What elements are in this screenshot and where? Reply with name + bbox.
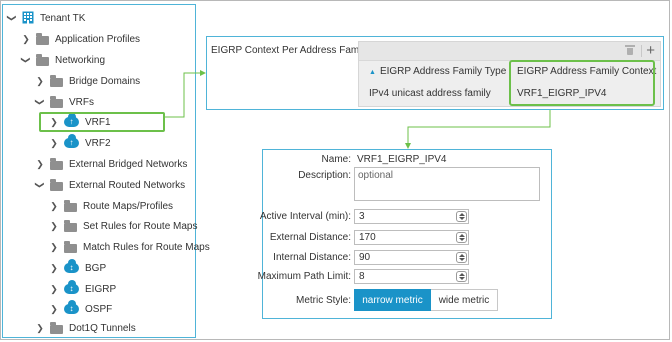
max-path-limit-value: 8	[359, 271, 365, 282]
eigrp-context-label: EIGRP Context Per Address Family:	[211, 45, 372, 56]
tree-item-eigrp[interactable]: ❯ ↕ EIGRP	[49, 280, 116, 298]
metric-style-label: Metric Style:	[295, 295, 351, 306]
chevron-right-icon[interactable]: ❯	[49, 263, 59, 273]
folder-icon	[36, 53, 49, 66]
chevron-right-icon[interactable]: ❯	[49, 201, 59, 211]
tree-item-vrf2[interactable]: ❯ ↑ VRF2	[49, 134, 111, 152]
folder-icon	[36, 32, 49, 45]
chevron-right-icon[interactable]: ❯	[49, 242, 59, 252]
vrf-cloud-icon: ↑	[64, 134, 79, 148]
tree-item-label: Set Rules for Route Maps	[83, 220, 198, 232]
tree-item-label: EIGRP	[85, 283, 117, 295]
active-interval-label: Active Interval (min):	[259, 211, 351, 222]
folder-icon	[64, 199, 77, 212]
tree-item-label: External Bridged Networks	[69, 158, 188, 170]
tree-item-set-rules[interactable]: ❯ Set Rules for Route Maps	[49, 217, 198, 235]
tree-item-label: OSPF	[85, 303, 113, 315]
tree-item-label: External Routed Networks	[69, 179, 186, 191]
chevron-right-icon[interactable]: ❯	[49, 221, 59, 231]
narrow-metric-button[interactable]: narrow metric	[354, 289, 431, 311]
metric-style-toggle: narrow metric wide metric	[354, 289, 498, 311]
tree-item-label: Tenant TK	[40, 12, 86, 24]
protocol-cloud-icon: ↕	[64, 300, 79, 314]
chevron-right-icon[interactable]: ❯	[21, 34, 31, 44]
tree-item-label: Match Rules for Route Maps	[83, 241, 210, 253]
tree-item-label: BGP	[85, 262, 107, 274]
tree-item-application-profiles[interactable]: ❯ Application Profiles	[21, 30, 140, 48]
chevron-right-icon[interactable]: ❯	[35, 323, 45, 333]
trash-icon[interactable]	[625, 45, 635, 55]
wide-metric-button[interactable]: wide metric	[431, 289, 498, 311]
tree-item-label: Route Maps/Profiles	[83, 200, 174, 212]
tree-item-external-bridged-networks[interactable]: ❯ External Bridged Networks	[35, 155, 187, 173]
tree-item-external-routed-networks[interactable]: ❯ External Routed Networks	[35, 176, 185, 194]
internal-distance-value: 90	[359, 252, 371, 263]
tree-item-vrfs[interactable]: ❯ VRFs	[35, 93, 94, 111]
vrf1-highlight-box	[39, 112, 165, 132]
description-field[interactable]: optional	[354, 167, 540, 201]
chevron-right-icon[interactable]: ❯	[49, 284, 59, 294]
stepper-icon[interactable]	[456, 211, 467, 222]
chevron-right-icon[interactable]: ❯	[49, 304, 59, 314]
folder-icon	[50, 321, 63, 334]
toolbar-divider	[641, 45, 642, 57]
tree-item-route-maps-profiles[interactable]: ❯ Route Maps/Profiles	[49, 197, 173, 215]
tree-item-label: Bridge Domains	[69, 75, 141, 87]
tree-item-label: Application Profiles	[55, 33, 141, 45]
stepper-icon[interactable]	[456, 271, 467, 282]
external-distance-label: External Distance:	[269, 232, 351, 243]
chevron-down-icon[interactable]: ❯	[35, 97, 45, 107]
chevron-down-icon[interactable]: ❯	[35, 180, 45, 190]
table-toolbar: +	[359, 42, 660, 61]
navigation-tree: ❯ Tenant TK ❯ Application Profiles ❯ Net…	[2, 4, 210, 338]
chevron-right-icon[interactable]: ❯	[49, 138, 59, 148]
column-header-label: EIGRP Address Family Type	[379, 66, 507, 77]
tree-item-label: Dot1Q Tunnels	[69, 322, 136, 334]
protocol-cloud-icon: ↕	[64, 280, 79, 294]
tree-item-dot1q-tunnels[interactable]: ❯ Dot1Q Tunnels	[35, 319, 136, 337]
folder-icon	[64, 240, 77, 253]
add-icon[interactable]: +	[646, 42, 655, 60]
eigrp-af-properties-panel: Name: VRF1_EIGRP_IPV4 Description: optio…	[258, 149, 552, 319]
max-path-limit-label: Maximum Path Limit:	[257, 271, 351, 282]
folder-icon	[50, 178, 63, 191]
active-interval-input[interactable]: 3	[354, 209, 469, 224]
stepper-icon[interactable]	[456, 252, 467, 263]
tree-item-label: Networking	[55, 54, 106, 66]
protocol-cloud-icon: ↕	[64, 259, 79, 273]
column-header-af-type[interactable]: ▲ EIGRP Address Family Type	[369, 62, 506, 82]
folder-icon	[50, 74, 63, 87]
tree-item-tenant[interactable]: ❯ Tenant TK	[7, 9, 85, 27]
tree-item-ospf[interactable]: ❯ ↕ OSPF	[49, 300, 112, 318]
name-value: VRF1_EIGRP_IPV4	[357, 154, 447, 165]
eigrp-context-panel: EIGRP Context Per Address Family: + ▲ EIG…	[206, 36, 664, 110]
folder-icon	[50, 157, 63, 170]
chevron-right-icon[interactable]: ❯	[35, 76, 45, 86]
tree-item-bridge-domains[interactable]: ❯ Bridge Domains	[35, 72, 140, 90]
external-distance-value: 170	[359, 232, 376, 243]
af-context-highlight-box	[509, 60, 655, 106]
chevron-right-icon[interactable]: ❯	[35, 159, 45, 169]
tree-item-networking[interactable]: ❯ Networking	[21, 51, 105, 69]
internal-distance-input[interactable]: 90	[354, 250, 469, 265]
tree-item-label: VRF2	[85, 137, 111, 149]
active-interval-value: 3	[359, 211, 365, 222]
stepper-icon[interactable]	[456, 232, 467, 243]
tree-item-match-rules[interactable]: ❯ Match Rules for Route Maps	[49, 238, 210, 256]
chevron-down-icon[interactable]: ❯	[7, 13, 17, 23]
max-path-limit-input[interactable]: 8	[354, 269, 469, 284]
folder-icon	[50, 95, 63, 108]
table-cell-af-type[interactable]: IPv4 unicast address family	[369, 84, 491, 104]
tree-item-label: VRFs	[69, 96, 94, 108]
external-distance-input[interactable]: 170	[354, 230, 469, 245]
description-label: Description:	[298, 170, 351, 181]
tree-item-bgp[interactable]: ❯ ↕ BGP	[49, 259, 106, 277]
name-label: Name:	[321, 154, 351, 165]
chevron-down-icon[interactable]: ❯	[21, 55, 31, 65]
internal-distance-label: Internal Distance:	[273, 252, 351, 263]
folder-icon	[64, 219, 77, 232]
sort-ascending-icon[interactable]: ▲	[369, 69, 376, 76]
building-icon	[22, 11, 34, 24]
